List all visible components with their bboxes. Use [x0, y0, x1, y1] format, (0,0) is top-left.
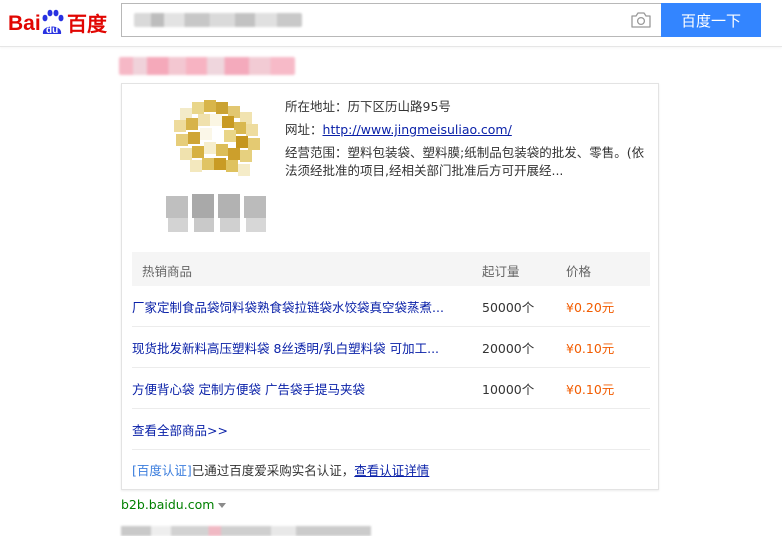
company-info: 所在地址：历下区历山路95号 网址：http://www.jingmeisuli… [285, 98, 645, 185]
scope-row: 经营范围：塑料包装袋、塑料膜;纸制品包装袋的批发、零售。(依法须经批准的项目,经… [285, 144, 645, 180]
product-price: ¥0.10元 [566, 341, 615, 356]
search-input[interactable] [121, 3, 661, 37]
certification-line: [百度认证]已通过百度爱采购实名认证，查看认证详情 [132, 460, 429, 479]
company-card: 所在地址：历下区历山路95号 网址：http://www.jingmeisuli… [121, 83, 659, 490]
product-price: ¥0.20元 [566, 300, 615, 315]
logo-text-cn: 百度 [67, 12, 108, 36]
camera-icon[interactable] [631, 12, 651, 28]
header-product: 热销商品 [142, 264, 193, 279]
search-button[interactable]: 百度一下 [661, 3, 761, 37]
top-bar: Bai du 百度 百度一下 [0, 0, 782, 47]
product-qty: 20000个 [482, 341, 535, 356]
paw-icon: du [42, 9, 64, 36]
address-label: 所在地址： [285, 99, 348, 114]
product-price: ¥0.10元 [566, 382, 615, 397]
table-row: 方便背心袋 定制方便袋 广告袋手提马夹袋 10000个 ¥0.10元 [132, 368, 650, 409]
website-label: 网址： [285, 122, 323, 137]
product-qty: 50000个 [482, 300, 535, 315]
scope-label: 经营范围： [285, 145, 348, 160]
certification-text: 已通过百度爱采购实名认证， [191, 463, 355, 478]
product-qty: 10000个 [482, 382, 535, 397]
caret-down-icon[interactable] [218, 503, 227, 508]
certification-details-link[interactable]: 查看认证详情 [354, 463, 429, 478]
redacted-result-title[interactable] [119, 57, 295, 75]
source-link[interactable]: b2b.baidu.com [121, 497, 227, 512]
address-value: 历下区历山路95号 [347, 99, 451, 114]
website-row: 网址：http://www.jingmeisuliao.com/ [285, 121, 645, 139]
table-row: 现货批发新料高压塑料袋 8丝透明/乳白塑料袋 可加工... 20000个 ¥0.… [132, 327, 650, 368]
source-domain: b2b.baidu.com [121, 497, 215, 512]
product-link[interactable]: 现货批发新料高压塑料袋 8丝透明/乳白塑料袋 可加工... [132, 338, 439, 357]
certification-tag: [百度认证] [132, 463, 192, 478]
redacted-query-text [134, 13, 302, 27]
product-link[interactable]: 厂家定制食品袋饲料袋熟食袋拉链袋水饺袋真空袋蒸煮... [132, 297, 444, 316]
header-price: 价格 [566, 264, 592, 279]
logo-text-paw: du [46, 25, 58, 36]
logo-text-latin: Bai [8, 12, 41, 35]
view-all-products-link[interactable]: 查看全部商品>> [132, 420, 228, 439]
redacted-next-result [121, 526, 371, 536]
header-min-order: 起订量 [482, 264, 520, 279]
table-header: 热销商品 起订量 价格 [132, 252, 650, 286]
product-link[interactable]: 方便背心袋 定制方便袋 广告袋手提马夹袋 [132, 379, 365, 398]
website-link[interactable]: http://www.jingmeisuliao.com/ [323, 122, 512, 137]
address-row: 所在地址：历下区历山路95号 [285, 98, 645, 116]
company-logo-image [162, 94, 270, 246]
table-row: 厂家定制食品袋饲料袋熟食袋拉链袋水饺袋真空袋蒸煮... 50000个 ¥0.20… [132, 286, 650, 327]
divider [132, 449, 650, 450]
baidu-logo[interactable]: Bai du 百度 [8, 6, 114, 38]
